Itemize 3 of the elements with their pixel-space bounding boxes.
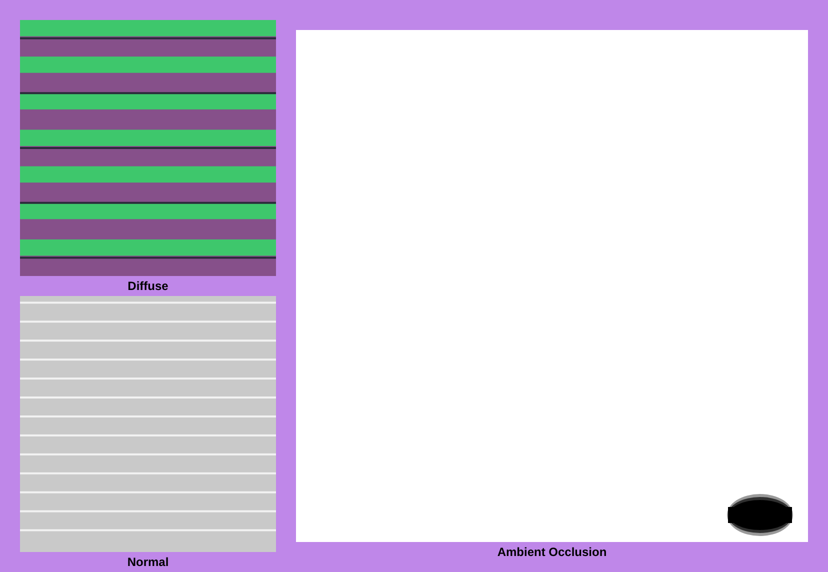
map-label: Diffuse (128, 278, 168, 295)
map-label: Ambient Occlusion (497, 544, 607, 561)
map-label: Normal (127, 554, 169, 571)
